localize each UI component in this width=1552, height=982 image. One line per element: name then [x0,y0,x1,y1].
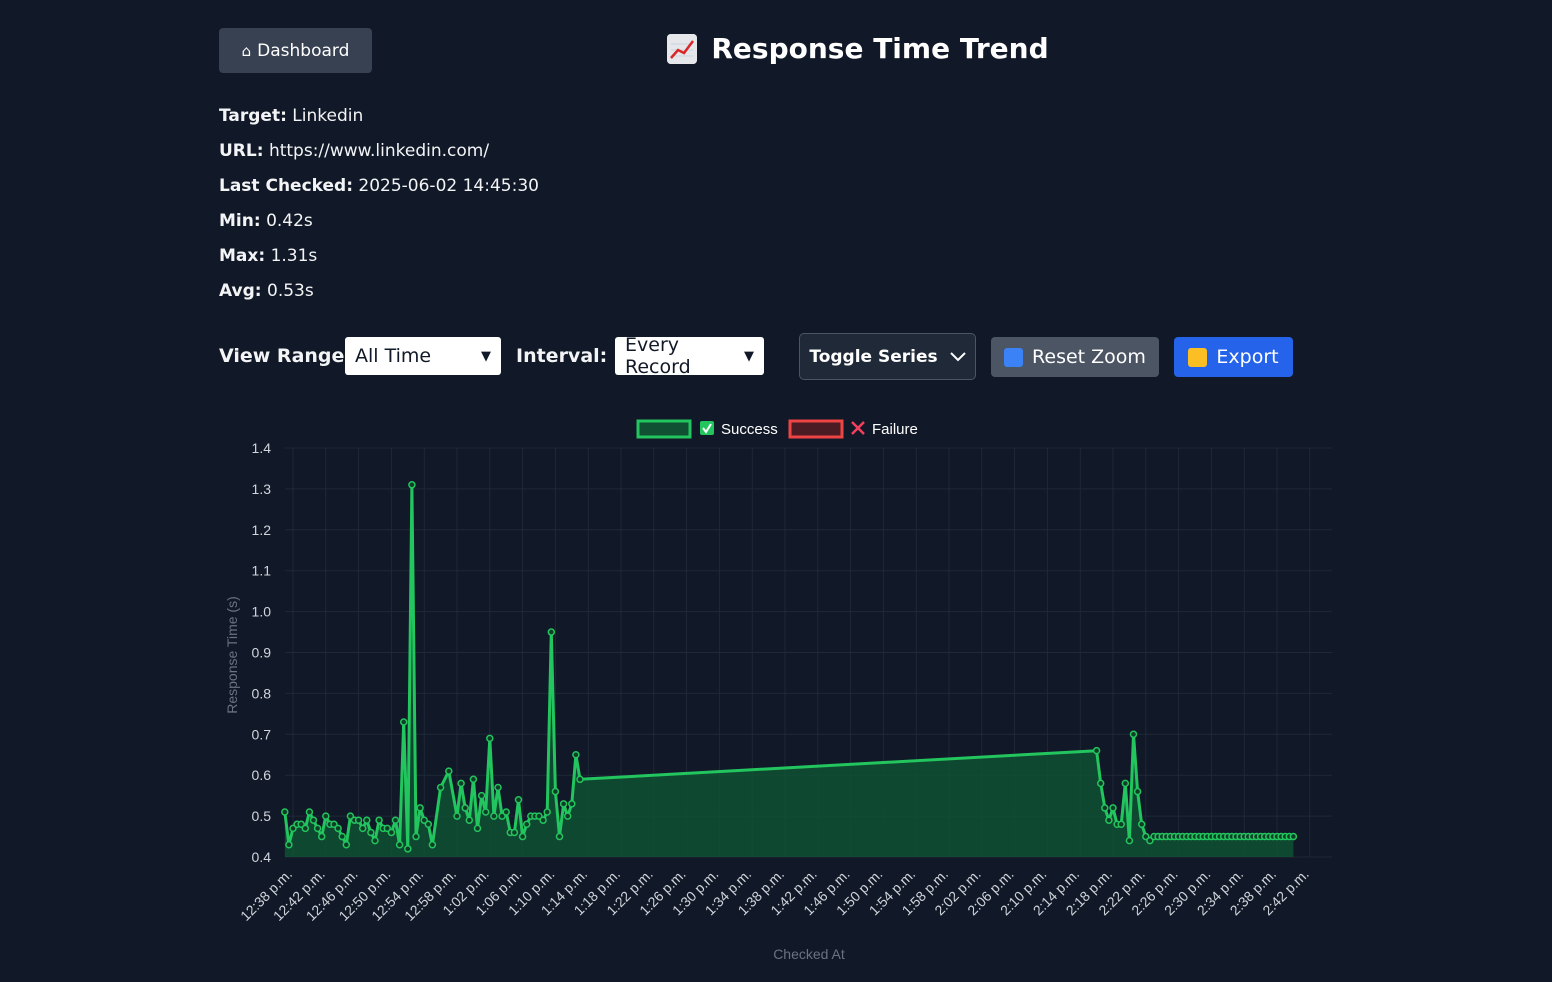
success-point [281,808,289,816]
success-point [404,845,412,853]
success-point [465,816,474,824]
success-point [1289,832,1298,841]
check-icon [700,421,714,435]
success-point [424,820,433,829]
success-point [502,808,510,816]
y-tick-label: 0.4 [252,849,272,865]
legend-success-label: Success [721,421,778,438]
legend-success-swatch [636,419,692,439]
success-point [510,828,519,837]
success-point [338,832,346,841]
success-point [363,816,371,824]
success-point [317,832,326,841]
success-point [539,816,547,824]
success-point [309,816,318,824]
success-point [1137,820,1146,829]
success-point [563,812,572,820]
y-tick-label: 0.5 [252,808,272,824]
y-tick-label: 0.8 [252,685,272,701]
success-point [445,767,453,775]
success-point [494,783,502,792]
success-point [522,820,531,829]
cross-icon [851,421,865,435]
success-point [395,840,404,849]
success-point [354,816,363,824]
success-point [490,812,498,820]
success-point [1121,779,1130,788]
success-point [1117,820,1125,829]
success-point [334,824,342,833]
response-time-chart[interactable]: 0.40.50.60.70.80.91.01.11.21.31.412:38 p… [0,0,1552,982]
success-point [305,808,314,816]
success-point [453,812,461,820]
y-axis-title: Response Time (s) [224,596,240,713]
success-point [543,808,551,816]
success-point [285,840,293,849]
success-point [313,824,322,833]
success-point [576,775,584,784]
success-point [568,800,576,808]
success-point [412,832,420,841]
success-point [367,828,375,837]
success-point [399,718,408,726]
success-point [547,628,556,636]
success-point [555,832,564,841]
success-point [518,832,527,841]
y-tick-label: 1.0 [252,604,272,620]
success-point [469,775,478,784]
y-tick-label: 1.2 [252,522,272,538]
success-point [473,824,482,833]
legend-failure-label: Failure [872,421,918,438]
x-axis-title: Checked At [773,946,845,962]
success-point [461,804,469,812]
success-point [1133,787,1142,796]
success-point [1092,746,1101,755]
success-point [301,824,310,833]
success-point [416,804,424,812]
y-tick-label: 1.1 [252,563,272,579]
success-point [387,828,396,837]
success-point [408,481,416,489]
success-point [358,824,367,833]
success-point [342,840,351,849]
success-point [481,808,490,816]
y-tick-label: 1.3 [252,481,272,497]
success-point [486,734,494,743]
success-area [284,484,1294,857]
success-point [514,795,523,804]
success-point [1109,804,1117,812]
success-point [322,812,330,820]
success-point [371,836,379,845]
success-point [1129,730,1138,739]
success-point [1125,836,1134,845]
success-point [375,816,383,824]
y-tick-label: 0.7 [252,726,272,742]
success-point [391,816,400,824]
legend-failure-swatch [788,419,844,439]
y-tick-label: 0.6 [252,767,272,783]
success-point [428,840,437,849]
success-point [559,800,568,808]
success-point [551,787,560,796]
y-tick-label: 1.4 [252,440,272,456]
success-point [457,779,465,788]
success-point [1105,816,1113,824]
success-point [1096,779,1105,788]
y-tick-label: 0.9 [252,645,272,661]
success-point [1101,804,1109,812]
success-point [477,791,486,800]
success-point [436,783,445,792]
success-point [572,751,580,759]
